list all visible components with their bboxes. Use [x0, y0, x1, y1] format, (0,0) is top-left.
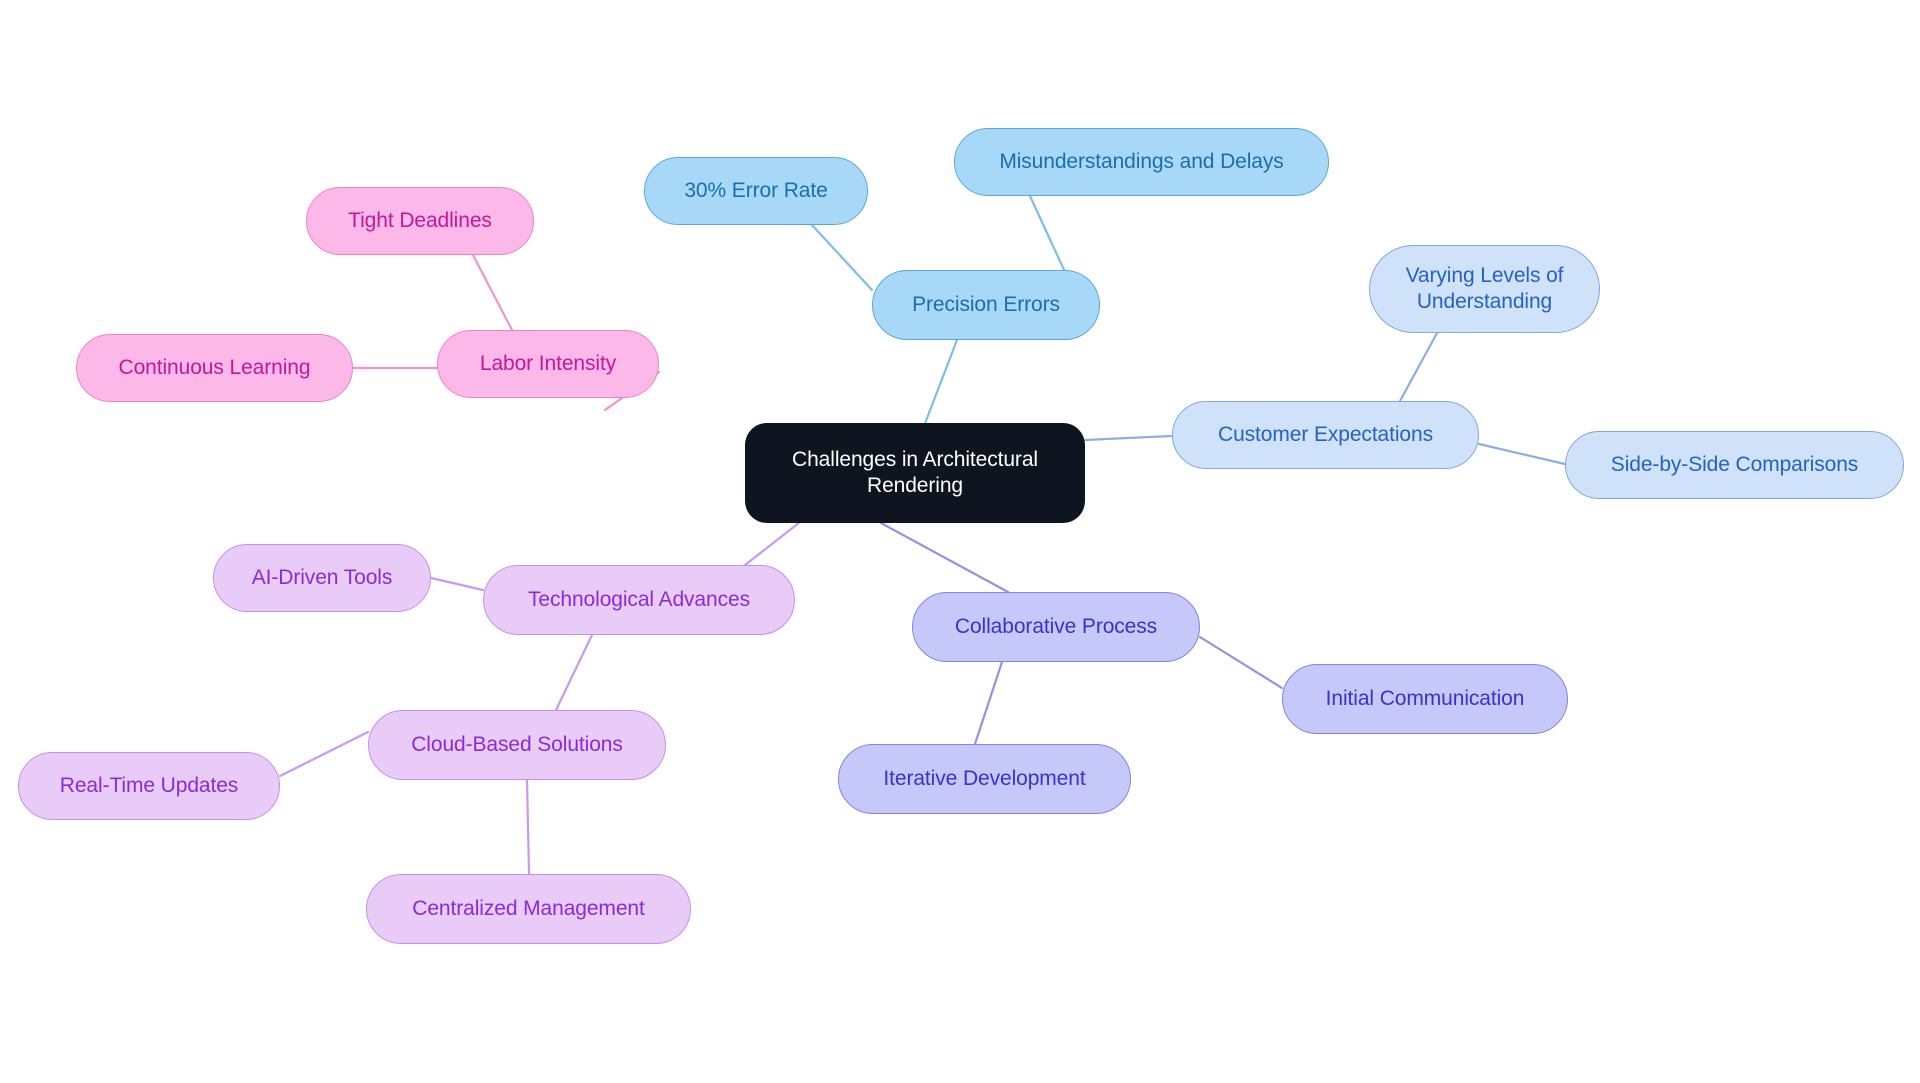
edge-root-to-collaborative-process	[879, 521, 1010, 594]
node-label: Labor Intensity	[479, 352, 617, 376]
node-label: Initial Communication	[1325, 687, 1525, 711]
edge-customer-expectations-to-varying-levels	[1398, 331, 1439, 403]
node-label: Precision Errors	[912, 293, 1060, 317]
leaf-node-initial-communication[interactable]: Initial Communication	[1282, 664, 1568, 734]
node-label: Continuous Learning	[118, 356, 311, 380]
edge-root-to-customer-expectations	[1083, 434, 1174, 442]
edge-precision-errors-to-error-rate	[810, 223, 874, 292]
leaf-node-continuous-learning[interactable]: Continuous Learning	[76, 334, 353, 402]
leaf-node-ai-driven-tools[interactable]: AI-Driven Tools	[213, 544, 431, 612]
branch-node-precision-errors[interactable]: Precision Errors	[872, 270, 1100, 340]
leaf-node-error-rate[interactable]: 30% Error Rate	[644, 157, 868, 225]
edge-technological-advances-to-ai-driven-tools	[429, 576, 485, 592]
node-label: Technological Advances	[528, 588, 750, 612]
branch-node-technological-advances[interactable]: Technological Advances	[483, 565, 795, 635]
node-label: Challenges in Architectural Rendering	[792, 448, 1038, 497]
node-label: Varying Levels of Understanding	[1405, 264, 1564, 313]
branch-node-labor-intensity[interactable]: Labor Intensity	[437, 330, 659, 398]
node-label: Real-Time Updates	[59, 774, 239, 798]
node-label: 30% Error Rate	[684, 179, 828, 203]
leaf-node-varying-levels[interactable]: Varying Levels of Understanding	[1369, 245, 1600, 333]
leaf-node-misunderstandings-delays[interactable]: Misunderstandings and Delays	[954, 128, 1329, 196]
branch-node-customer-expectations[interactable]: Customer Expectations	[1172, 401, 1479, 469]
leaf-node-real-time-updates[interactable]: Real-Time Updates	[18, 752, 280, 820]
leaf-node-cloud-based-solutions[interactable]: Cloud-Based Solutions	[368, 710, 666, 780]
leaf-node-iterative-development[interactable]: Iterative Development	[838, 744, 1131, 814]
node-label: Misunderstandings and Delays	[999, 150, 1284, 174]
node-label: Collaborative Process	[954, 615, 1158, 639]
mindmap-canvas: Challenges in Architectural Rendering Pre…	[0, 0, 1920, 1083]
edge-root-to-precision-errors	[922, 338, 959, 428]
node-label: Tight Deadlines	[348, 209, 492, 233]
node-label: AI-Driven Tools	[251, 566, 393, 590]
edge-collaborative-process-to-initial-communication	[1198, 635, 1284, 690]
edge-technological-advances-to-cloud-based-solutions	[554, 633, 594, 712]
branch-node-collaborative-process[interactable]: Collaborative Process	[912, 592, 1200, 662]
edge-collaborative-process-to-iterative-development	[973, 660, 1004, 746]
leaf-node-tight-deadlines[interactable]: Tight Deadlines	[306, 187, 534, 255]
edge-precision-errors-to-misunderstandings-delays	[1028, 194, 1067, 274]
edge-cloud-based-solutions-to-real-time-updates	[278, 730, 370, 778]
node-label: Iterative Development	[883, 767, 1086, 791]
edge-customer-expectations-to-side-by-side	[1477, 442, 1567, 466]
edge-cloud-based-solutions-to-centralized-management	[525, 778, 531, 876]
root-node-root[interactable]: Challenges in Architectural Rendering	[745, 423, 1085, 523]
leaf-node-side-by-side[interactable]: Side-by-Side Comparisons	[1565, 431, 1904, 499]
leaf-node-centralized-management[interactable]: Centralized Management	[366, 874, 691, 944]
node-label: Centralized Management	[412, 897, 645, 921]
node-label: Customer Expectations	[1218, 423, 1433, 447]
node-label: Side-by-Side Comparisons	[1610, 453, 1859, 477]
node-label: Cloud-Based Solutions	[411, 733, 623, 757]
edge-labor-intensity-to-tight-deadlines	[471, 253, 514, 332]
